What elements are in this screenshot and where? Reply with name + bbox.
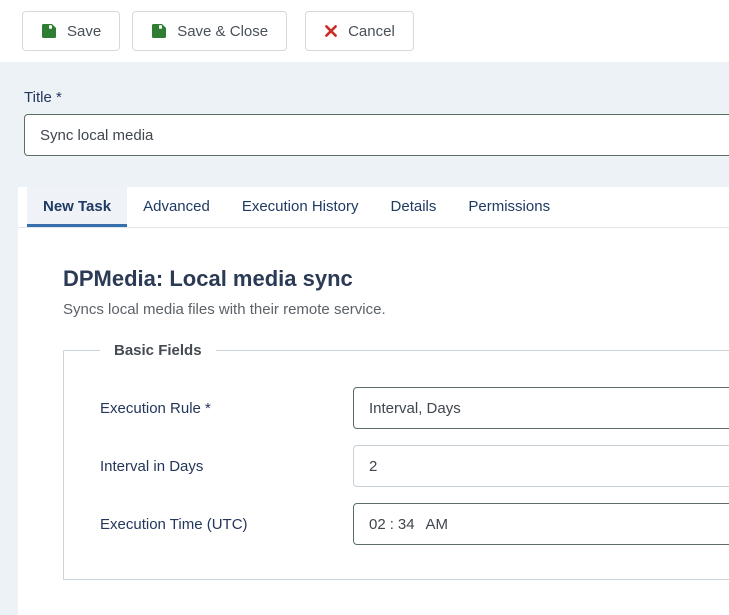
execution-time-separator: : [389,515,394,533]
floppy-disk-icon [151,23,167,39]
floppy-disk-icon [41,23,57,39]
interval-days-row: Interval in Days [100,445,729,487]
execution-rule-label: Execution Rule * [100,399,211,417]
execution-time-input[interactable]: 02 : 34 AM [353,503,729,545]
execution-time-label: Execution Time (UTC) [100,515,248,533]
edit-form-card: New Task Advanced Execution History Deta… [18,187,729,615]
basic-fields-fieldset: Basic Fields Execution Rule * Interval, … [63,342,729,580]
title-section: Title * [0,62,729,187]
tab-execution-history[interactable]: Execution History [226,187,375,227]
save-button-label: Save [67,22,102,40]
save-and-close-button-label: Save & Close [177,22,269,40]
tab-content-new-task: DPMedia: Local media sync Syncs local me… [18,228,729,580]
title-input[interactable] [24,114,729,156]
title-label: Title * [24,89,62,106]
execution-time-hour[interactable]: 02 [369,516,386,533]
tab-advanced[interactable]: Advanced [127,187,226,227]
interval-days-label: Interval in Days [100,457,204,475]
tab-bar: New Task Advanced Execution History Deta… [18,187,729,228]
execution-time-row: Execution Time (UTC) 02 : 34 AM [100,503,729,545]
interval-days-input[interactable] [353,445,729,487]
save-and-close-button[interactable]: Save & Close [132,11,288,51]
execution-rule-select[interactable]: Interval, Days [353,387,729,429]
toolbar: Save Save & Close Cancel [0,0,729,62]
execution-rule-selected-value: Interval, Days [369,399,461,417]
x-mark-icon [324,24,338,38]
task-heading: DPMedia: Local media sync [63,266,353,291]
execution-rule-row: Execution Rule * Interval, Days [100,387,729,429]
cancel-button[interactable]: Cancel [305,11,414,51]
tab-permissions[interactable]: Permissions [452,187,566,227]
save-button[interactable]: Save [22,11,121,51]
execution-time-minute[interactable]: 34 [398,516,415,533]
task-description: Syncs local media files with their remot… [63,301,386,318]
cancel-button-label: Cancel [348,22,395,40]
tab-details[interactable]: Details [375,187,453,227]
basic-fields-legend: Basic Fields [114,342,202,359]
tab-new-task[interactable]: New Task [27,187,128,227]
execution-time-meridiem[interactable]: AM [426,516,449,533]
